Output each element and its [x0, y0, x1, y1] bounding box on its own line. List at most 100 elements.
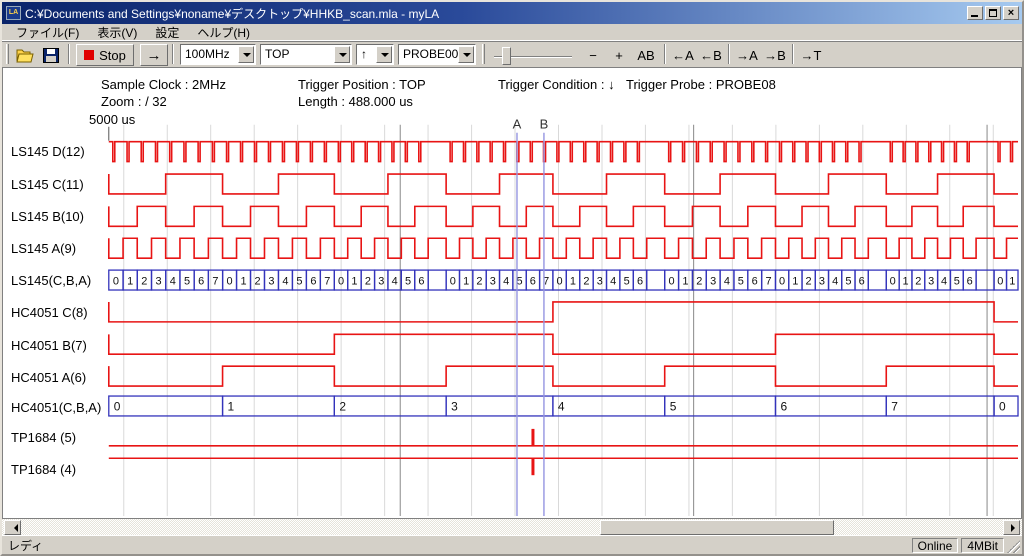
svg-text:0: 0 [779, 276, 785, 288]
trigger-position-select[interactable]: TOP [260, 44, 352, 65]
zoom-in-button[interactable]: + [608, 44, 630, 66]
svg-text:0: 0 [890, 276, 896, 288]
svg-text:5: 5 [624, 276, 630, 288]
sample-clock-value: 100MHz [185, 47, 230, 61]
resize-grip[interactable] [1007, 540, 1020, 553]
dropdown-arrow-icon[interactable] [376, 46, 392, 63]
status-message: レディ [8, 537, 909, 554]
waveform-row-ls-b [109, 206, 1018, 226]
goto-cursor-a-right-button[interactable]: →A [734, 44, 760, 66]
svg-text:2: 2 [141, 276, 147, 288]
svg-text:1: 1 [792, 276, 798, 288]
svg-text:4: 4 [170, 276, 176, 288]
menu-file[interactable]: ファイル(F) [8, 23, 87, 42]
open-file-button[interactable] [14, 44, 36, 66]
minimize-button[interactable] [967, 6, 983, 20]
svg-text:6: 6 [310, 276, 316, 288]
scroll-right-button[interactable] [1003, 520, 1020, 535]
floppy-disk-icon [43, 48, 59, 63]
scroll-left-button[interactable] [4, 520, 21, 535]
cursor-a[interactable]: A [513, 117, 522, 516]
save-file-button[interactable] [40, 44, 62, 66]
waveform-pane[interactable]: Sample Clock : 2MHz Zoom : / 32 Trigger … [2, 68, 1022, 518]
svg-text:6: 6 [752, 276, 758, 288]
svg-text:4: 4 [558, 399, 565, 413]
svg-text:4: 4 [503, 276, 509, 288]
trigger-edge-select[interactable]: ↑ [356, 44, 394, 65]
svg-text:2: 2 [339, 399, 346, 413]
dropdown-arrow-icon[interactable] [238, 46, 254, 63]
svg-text:2: 2 [915, 276, 921, 288]
svg-text:1: 1 [127, 276, 133, 288]
toolbar-separator [792, 44, 794, 64]
waveform-row-tp5 [109, 429, 1018, 446]
menu-view[interactable]: 表示(V) [89, 23, 145, 42]
svg-text:4: 4 [392, 276, 398, 288]
scrollbar-thumb[interactable] [600, 520, 834, 535]
toolbar-gripper [6, 44, 9, 64]
cursor-a-label: A [513, 117, 522, 132]
svg-text:4: 4 [832, 276, 838, 288]
close-button[interactable]: × [1003, 6, 1019, 20]
svg-text:5: 5 [954, 276, 960, 288]
toolbar-gripper [482, 44, 485, 64]
svg-text:4: 4 [282, 276, 288, 288]
menu-settings[interactable]: 設定 [147, 23, 187, 42]
menu-help[interactable]: ヘルプ(H) [189, 23, 258, 42]
waveform-row-hc-c [109, 302, 1018, 322]
svg-text:3: 3 [156, 276, 162, 288]
horizontal-scrollbar[interactable] [2, 518, 1022, 535]
toolbar-separator [728, 44, 730, 64]
svg-text:6: 6 [637, 276, 643, 288]
goto-cursor-a-left-button[interactable]: ←A [670, 44, 696, 66]
svg-text:1: 1 [228, 399, 235, 413]
cursor-b[interactable]: B [540, 117, 549, 516]
svg-text:6: 6 [967, 276, 973, 288]
zoom-ab-button[interactable]: AB [632, 44, 660, 66]
title-bar[interactable]: LA C:¥Documents and Settings¥noname¥デスクト… [2, 2, 1022, 24]
svg-text:3: 3 [819, 276, 825, 288]
waveform-row-hc-b [109, 334, 1018, 354]
zoom-slider-thumb[interactable] [502, 47, 511, 65]
sample-clock-select[interactable]: 100MHz [180, 44, 256, 65]
svg-text:2: 2 [583, 276, 589, 288]
run-button[interactable]: → [140, 44, 168, 66]
svg-text:0: 0 [999, 399, 1006, 413]
svg-text:0: 0 [338, 276, 344, 288]
memory-status-badge: 4MBit [961, 538, 1004, 553]
waveform-row-hc-bus: 012345670 [109, 396, 1018, 416]
stop-button[interactable]: Stop [76, 44, 134, 66]
maximize-icon [989, 9, 997, 17]
svg-text:5: 5 [184, 276, 190, 288]
timing-grid [109, 125, 993, 516]
trigger-probe-select[interactable]: PROBE00 [398, 44, 476, 65]
trigger-edge-value: ↑ [361, 47, 367, 61]
window-controls: × [967, 6, 1019, 20]
svg-text:2: 2 [476, 276, 482, 288]
waveform-plot[interactable]: 0123456701234567012345601234567012345601… [3, 68, 1021, 518]
svg-text:3: 3 [928, 276, 934, 288]
goto-trigger-button[interactable]: →T [798, 44, 824, 66]
goto-cursor-b-left-button[interactable]: ←B [698, 44, 724, 66]
maximize-button[interactable] [985, 6, 1001, 20]
svg-text:1: 1 [1009, 276, 1015, 288]
toolbar: Stop → 100MHz TOP ↑ PROBE00 − + AB ←A [2, 41, 1022, 68]
svg-text:1: 1 [902, 276, 908, 288]
svg-text:4: 4 [610, 276, 616, 288]
run-arrow-icon: → [147, 47, 162, 64]
svg-text:0: 0 [114, 399, 121, 413]
svg-text:2: 2 [365, 276, 371, 288]
zoom-out-button[interactable]: − [582, 44, 604, 66]
svg-text:5: 5 [405, 276, 411, 288]
toolbar-separator [664, 44, 666, 64]
waveform-row-ls-c [109, 174, 1018, 194]
tp-pulse-tp5 [531, 429, 534, 446]
dropdown-arrow-icon[interactable] [458, 46, 474, 63]
goto-cursor-b-right-button[interactable]: →B [762, 44, 788, 66]
svg-text:2: 2 [254, 276, 260, 288]
svg-text:5: 5 [670, 399, 677, 413]
svg-text:0: 0 [997, 276, 1003, 288]
dropdown-arrow-icon[interactable] [334, 46, 350, 63]
waveform-row-ls-d [109, 142, 1018, 162]
svg-text:7: 7 [324, 276, 330, 288]
